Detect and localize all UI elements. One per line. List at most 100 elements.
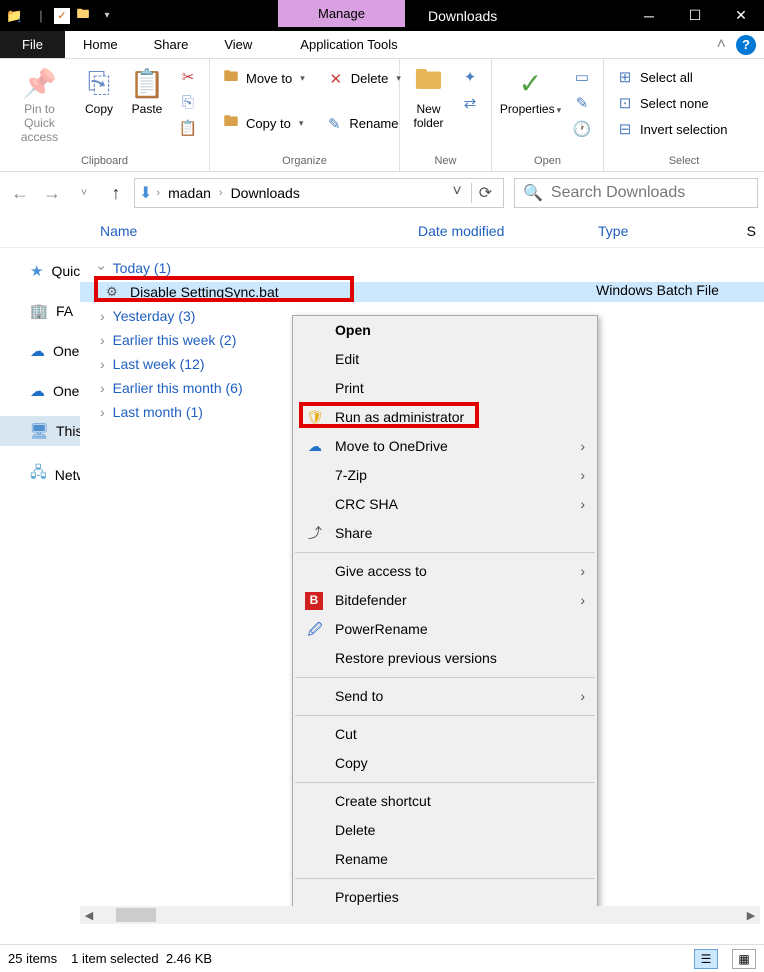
ctx-print[interactable]: Print — [293, 374, 597, 403]
ctx-share[interactable]: ⤴Share — [293, 519, 597, 548]
paste-shortcut-button[interactable]: 📋 — [173, 116, 203, 140]
status-item-count: 25 items — [8, 951, 57, 966]
close-button[interactable]: ✕ — [718, 0, 764, 31]
column-date[interactable]: Date modified — [418, 223, 598, 239]
scroll-left-button[interactable]: ◀ — [80, 906, 98, 924]
tab-share[interactable]: Share — [136, 31, 207, 58]
history-icon: 🕐 — [573, 120, 591, 138]
column-size[interactable]: S — [747, 223, 764, 239]
ctx-move-onedrive[interactable]: ☁Move to OneDrive› — [293, 432, 597, 461]
chevron-down-icon: ▾ — [299, 118, 304, 129]
open-button[interactable]: ▭ — [567, 65, 597, 89]
ctx-create-shortcut[interactable]: Create shortcut — [293, 787, 597, 816]
edit-button[interactable]: ✎ — [567, 91, 597, 115]
column-name[interactable]: Name — [100, 223, 418, 239]
menu-separator — [295, 677, 595, 678]
tab-view[interactable]: View — [206, 31, 270, 58]
ctx-7zip[interactable]: 7-Zip› — [293, 461, 597, 490]
tree-quick-access[interactable]: ★Quick access — [0, 256, 80, 286]
qat-newfolder-icon[interactable]: 🖿 — [72, 5, 94, 27]
search-input[interactable]: 🔍 Search Downloads — [514, 178, 758, 208]
tab-home[interactable]: Home — [65, 31, 136, 58]
minimize-button[interactable]: ─ — [626, 0, 672, 31]
back-button[interactable]: ← — [6, 179, 34, 207]
recent-locations-button[interactable]: ˅ — [70, 179, 98, 207]
history-button[interactable]: 🕐 — [567, 117, 597, 141]
breadcrumb-sep-icon: › — [156, 187, 160, 199]
move-to-icon: 🖿 — [222, 66, 240, 91]
cut-button[interactable]: ✂ — [173, 65, 203, 89]
select-all-label: Select all — [640, 70, 693, 85]
help-icon[interactable]: ? — [736, 35, 756, 55]
move-to-label: Move to — [246, 71, 292, 86]
ctx-powerrename[interactable]: 🖉PowerRename — [293, 615, 597, 644]
details-view-button[interactable]: ☰ — [694, 949, 718, 969]
new-item-button[interactable]: ✦ — [455, 65, 485, 89]
invert-selection-button[interactable]: ⊟Invert selection — [610, 117, 733, 141]
scroll-right-button[interactable]: ▶ — [742, 906, 760, 924]
thumbnails-view-button[interactable]: ▦ — [732, 949, 756, 969]
tree-this-pc[interactable]: 🖥This PC — [0, 416, 80, 446]
select-all-icon: ⊞ — [616, 68, 634, 86]
ctx-bitdefender[interactable]: BBitdefender› — [293, 586, 597, 615]
collapse-ribbon-icon[interactable]: ˄ — [717, 36, 726, 54]
open-icon: ▭ — [573, 68, 591, 86]
ctx-send-to[interactable]: Send to› — [293, 682, 597, 711]
tree-item[interactable]: 🏢FA — [0, 296, 80, 326]
ctx-copy[interactable]: Copy — [293, 749, 597, 778]
paste-label: Paste — [132, 102, 163, 116]
submenu-arrow-icon: › — [580, 437, 585, 456]
ctx-rename[interactable]: Rename — [293, 845, 597, 874]
tab-application-tools[interactable]: Application Tools — [282, 31, 415, 58]
tree-onedrive[interactable]: ☁OneDrive — [0, 376, 80, 406]
tree-network[interactable]: 🖧Network — [0, 456, 80, 493]
ctx-restore-versions[interactable]: Restore previous versions — [293, 644, 597, 673]
scroll-thumb[interactable] — [116, 908, 156, 922]
horizontal-scrollbar[interactable]: ◀ ▶ — [80, 906, 760, 924]
bitdefender-icon: B — [305, 592, 323, 610]
ctx-open[interactable]: Open — [293, 316, 597, 345]
address-dropdown-button[interactable]: ˅ — [443, 183, 471, 203]
ribbon-group-open-label: Open — [498, 153, 597, 169]
ctx-crc-sha[interactable]: CRC SHA› — [293, 490, 597, 519]
copy-button[interactable]: ⎘ Copy — [77, 63, 121, 119]
select-all-button[interactable]: ⊞ Select all — [610, 65, 733, 89]
select-none-button[interactable]: ⊡Select none — [610, 91, 733, 115]
forward-button[interactable]: → — [38, 179, 66, 207]
refresh-button[interactable]: ⟳ — [471, 183, 499, 203]
rename-button[interactable]: ✎Rename — [319, 108, 404, 139]
column-type[interactable]: Type — [598, 223, 747, 239]
address-bar[interactable]: ⬇ › madan › Downloads ˅ ⟳ — [134, 178, 504, 208]
easy-access-button[interactable]: ⇄ — [455, 91, 485, 115]
copy-to-icon: 🖿 — [222, 111, 240, 136]
nav-tree: ★Quick access 🏢FA ☁OneDrive ☁OneDrive 🖥T… — [0, 248, 80, 906]
menu-separator — [295, 715, 595, 716]
maximize-button[interactable]: ☐ — [672, 0, 718, 31]
breadcrumb-sep-icon: › — [219, 187, 223, 199]
properties-button[interactable]: ✓ Properties▾ — [498, 63, 563, 119]
ctx-edit[interactable]: Edit — [293, 345, 597, 374]
copy-to-button[interactable]: 🖿Copy to▾ — [216, 108, 309, 139]
ctx-cut[interactable]: Cut — [293, 720, 597, 749]
breadcrumb-item[interactable]: Downloads — [227, 185, 304, 201]
tab-file[interactable]: File — [0, 31, 65, 58]
pin-to-quick-access-button[interactable]: 📌 Pin to Quick access — [6, 63, 73, 147]
group-today[interactable]: Today (1) — [80, 256, 764, 280]
paste-button[interactable]: 📋 Paste — [125, 63, 169, 119]
ctx-give-access[interactable]: Give access to› — [293, 557, 597, 586]
tree-label: FA — [56, 303, 73, 319]
contextual-tab-manage[interactable]: Manage — [278, 0, 405, 27]
move-to-button[interactable]: 🖿Move to▾ — [216, 63, 311, 94]
breadcrumb-item[interactable]: madan — [164, 185, 215, 201]
ctx-run-as-admin[interactable]: 🛡Run as administrator — [293, 403, 597, 432]
new-folder-button[interactable]: 🖿 New folder — [406, 63, 451, 133]
easy-access-icon: ⇄ — [461, 94, 479, 112]
tree-onedrive[interactable]: ☁OneDrive — [0, 336, 80, 366]
copy-path-button[interactable]: ⎘ — [173, 91, 203, 114]
delete-button[interactable]: ✕Delete▾ — [321, 63, 407, 94]
qat-properties-icon[interactable]: ✓ — [54, 8, 70, 24]
ribbon-group-new-label: New — [406, 153, 485, 169]
qat-dropdown-icon[interactable]: ▾ — [96, 5, 118, 27]
ctx-delete[interactable]: Delete — [293, 816, 597, 845]
up-button[interactable]: ↑ — [102, 179, 130, 207]
